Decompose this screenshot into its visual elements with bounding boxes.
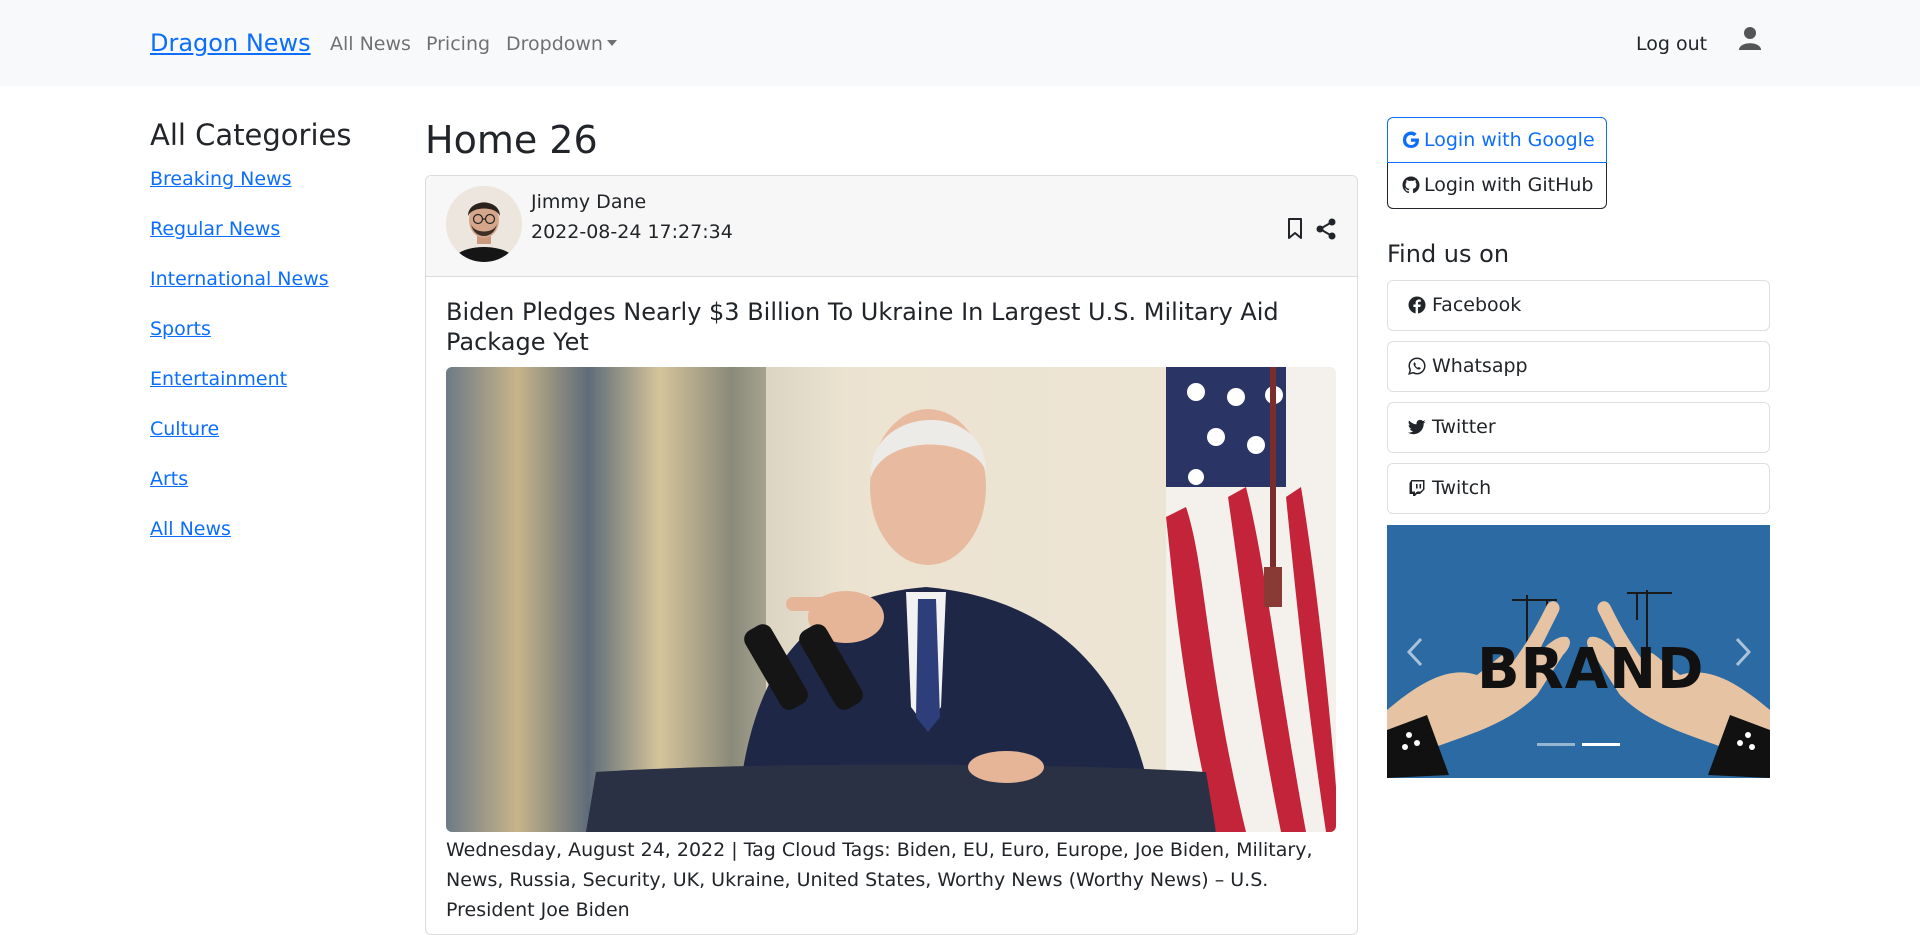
login-github-label: Login with GitHub bbox=[1424, 174, 1594, 196]
social-facebook[interactable]: Facebook bbox=[1387, 280, 1770, 331]
social-facebook-label: Facebook bbox=[1432, 294, 1522, 316]
author-avatar bbox=[446, 186, 522, 262]
bookmark-icon[interactable] bbox=[1287, 218, 1303, 240]
nav-dropdown-label: Dropdown bbox=[506, 33, 603, 55]
twitter-icon bbox=[1407, 419, 1426, 435]
sidebar-title: All Categories bbox=[150, 118, 352, 152]
caret-down-icon bbox=[606, 40, 617, 46]
login-button-group: Login with Google Login with GitHub bbox=[1387, 117, 1607, 209]
category-international-news[interactable]: International News bbox=[150, 268, 329, 290]
whatsapp-icon bbox=[1408, 357, 1426, 375]
social-twitch-label: Twitch bbox=[1432, 477, 1492, 499]
nav-all-news[interactable]: All News bbox=[330, 33, 411, 55]
brand-text: BRAND bbox=[1477, 637, 1705, 702]
share-icon[interactable] bbox=[1316, 218, 1336, 240]
login-github-button[interactable]: Login with GitHub bbox=[1387, 163, 1607, 209]
nav-pricing[interactable]: Pricing bbox=[426, 33, 490, 55]
author-name: Jimmy Dane bbox=[531, 191, 647, 213]
social-whatsapp-label: Whatsapp bbox=[1432, 355, 1528, 377]
find-us-title: Find us on bbox=[1387, 240, 1510, 268]
category-regular-news[interactable]: Regular News bbox=[150, 218, 280, 240]
brand-link[interactable]: Dragon News bbox=[150, 29, 311, 57]
facebook-icon bbox=[1408, 296, 1426, 314]
social-whatsapp[interactable]: Whatsapp bbox=[1387, 341, 1770, 392]
social-twitter-label: Twitter bbox=[1432, 416, 1496, 438]
carousel-indicator-1[interactable] bbox=[1537, 743, 1575, 746]
category-breaking-news[interactable]: Breaking News bbox=[150, 168, 292, 190]
twitch-icon bbox=[1409, 480, 1425, 496]
brand-carousel: BRAND bbox=[1387, 525, 1770, 778]
category-sports[interactable]: Sports bbox=[150, 318, 211, 340]
carousel-indicator-2[interactable] bbox=[1582, 743, 1620, 746]
login-google-button[interactable]: Login with Google bbox=[1387, 117, 1607, 163]
category-arts[interactable]: Arts bbox=[150, 468, 188, 490]
nav-dropdown[interactable]: Dropdown bbox=[506, 33, 617, 55]
category-all-news[interactable]: All News bbox=[150, 518, 231, 540]
page-title: Home 26 bbox=[425, 118, 598, 162]
social-twitter[interactable]: Twitter bbox=[1387, 402, 1770, 453]
top-navbar: Dragon News All News Pricing Dropdown Lo… bbox=[0, 0, 1920, 86]
user-icon[interactable] bbox=[1739, 26, 1761, 52]
logout-button[interactable]: Log out bbox=[1636, 33, 1707, 55]
news-card-header: Jimmy Dane 2022-08-24 17:27:34 bbox=[426, 176, 1357, 277]
google-icon bbox=[1403, 131, 1419, 148]
published-date: 2022-08-24 17:27:34 bbox=[531, 221, 733, 243]
social-twitch[interactable]: Twitch bbox=[1387, 463, 1770, 514]
category-entertainment[interactable]: Entertainment bbox=[150, 368, 287, 390]
carousel-next-icon[interactable] bbox=[1733, 637, 1753, 667]
article-image bbox=[446, 367, 1336, 832]
github-icon bbox=[1402, 176, 1420, 194]
article-headline[interactable]: Biden Pledges Nearly $3 Billion To Ukrai… bbox=[446, 297, 1346, 357]
article-excerpt: Wednesday, August 24, 2022 | Tag Cloud T… bbox=[446, 839, 1313, 921]
category-culture[interactable]: Culture bbox=[150, 418, 219, 440]
carousel-prev-icon[interactable] bbox=[1405, 637, 1425, 667]
login-google-label: Login with Google bbox=[1424, 129, 1595, 151]
news-card: Jimmy Dane 2022-08-24 17:27:34 Biden Ple… bbox=[425, 175, 1358, 935]
